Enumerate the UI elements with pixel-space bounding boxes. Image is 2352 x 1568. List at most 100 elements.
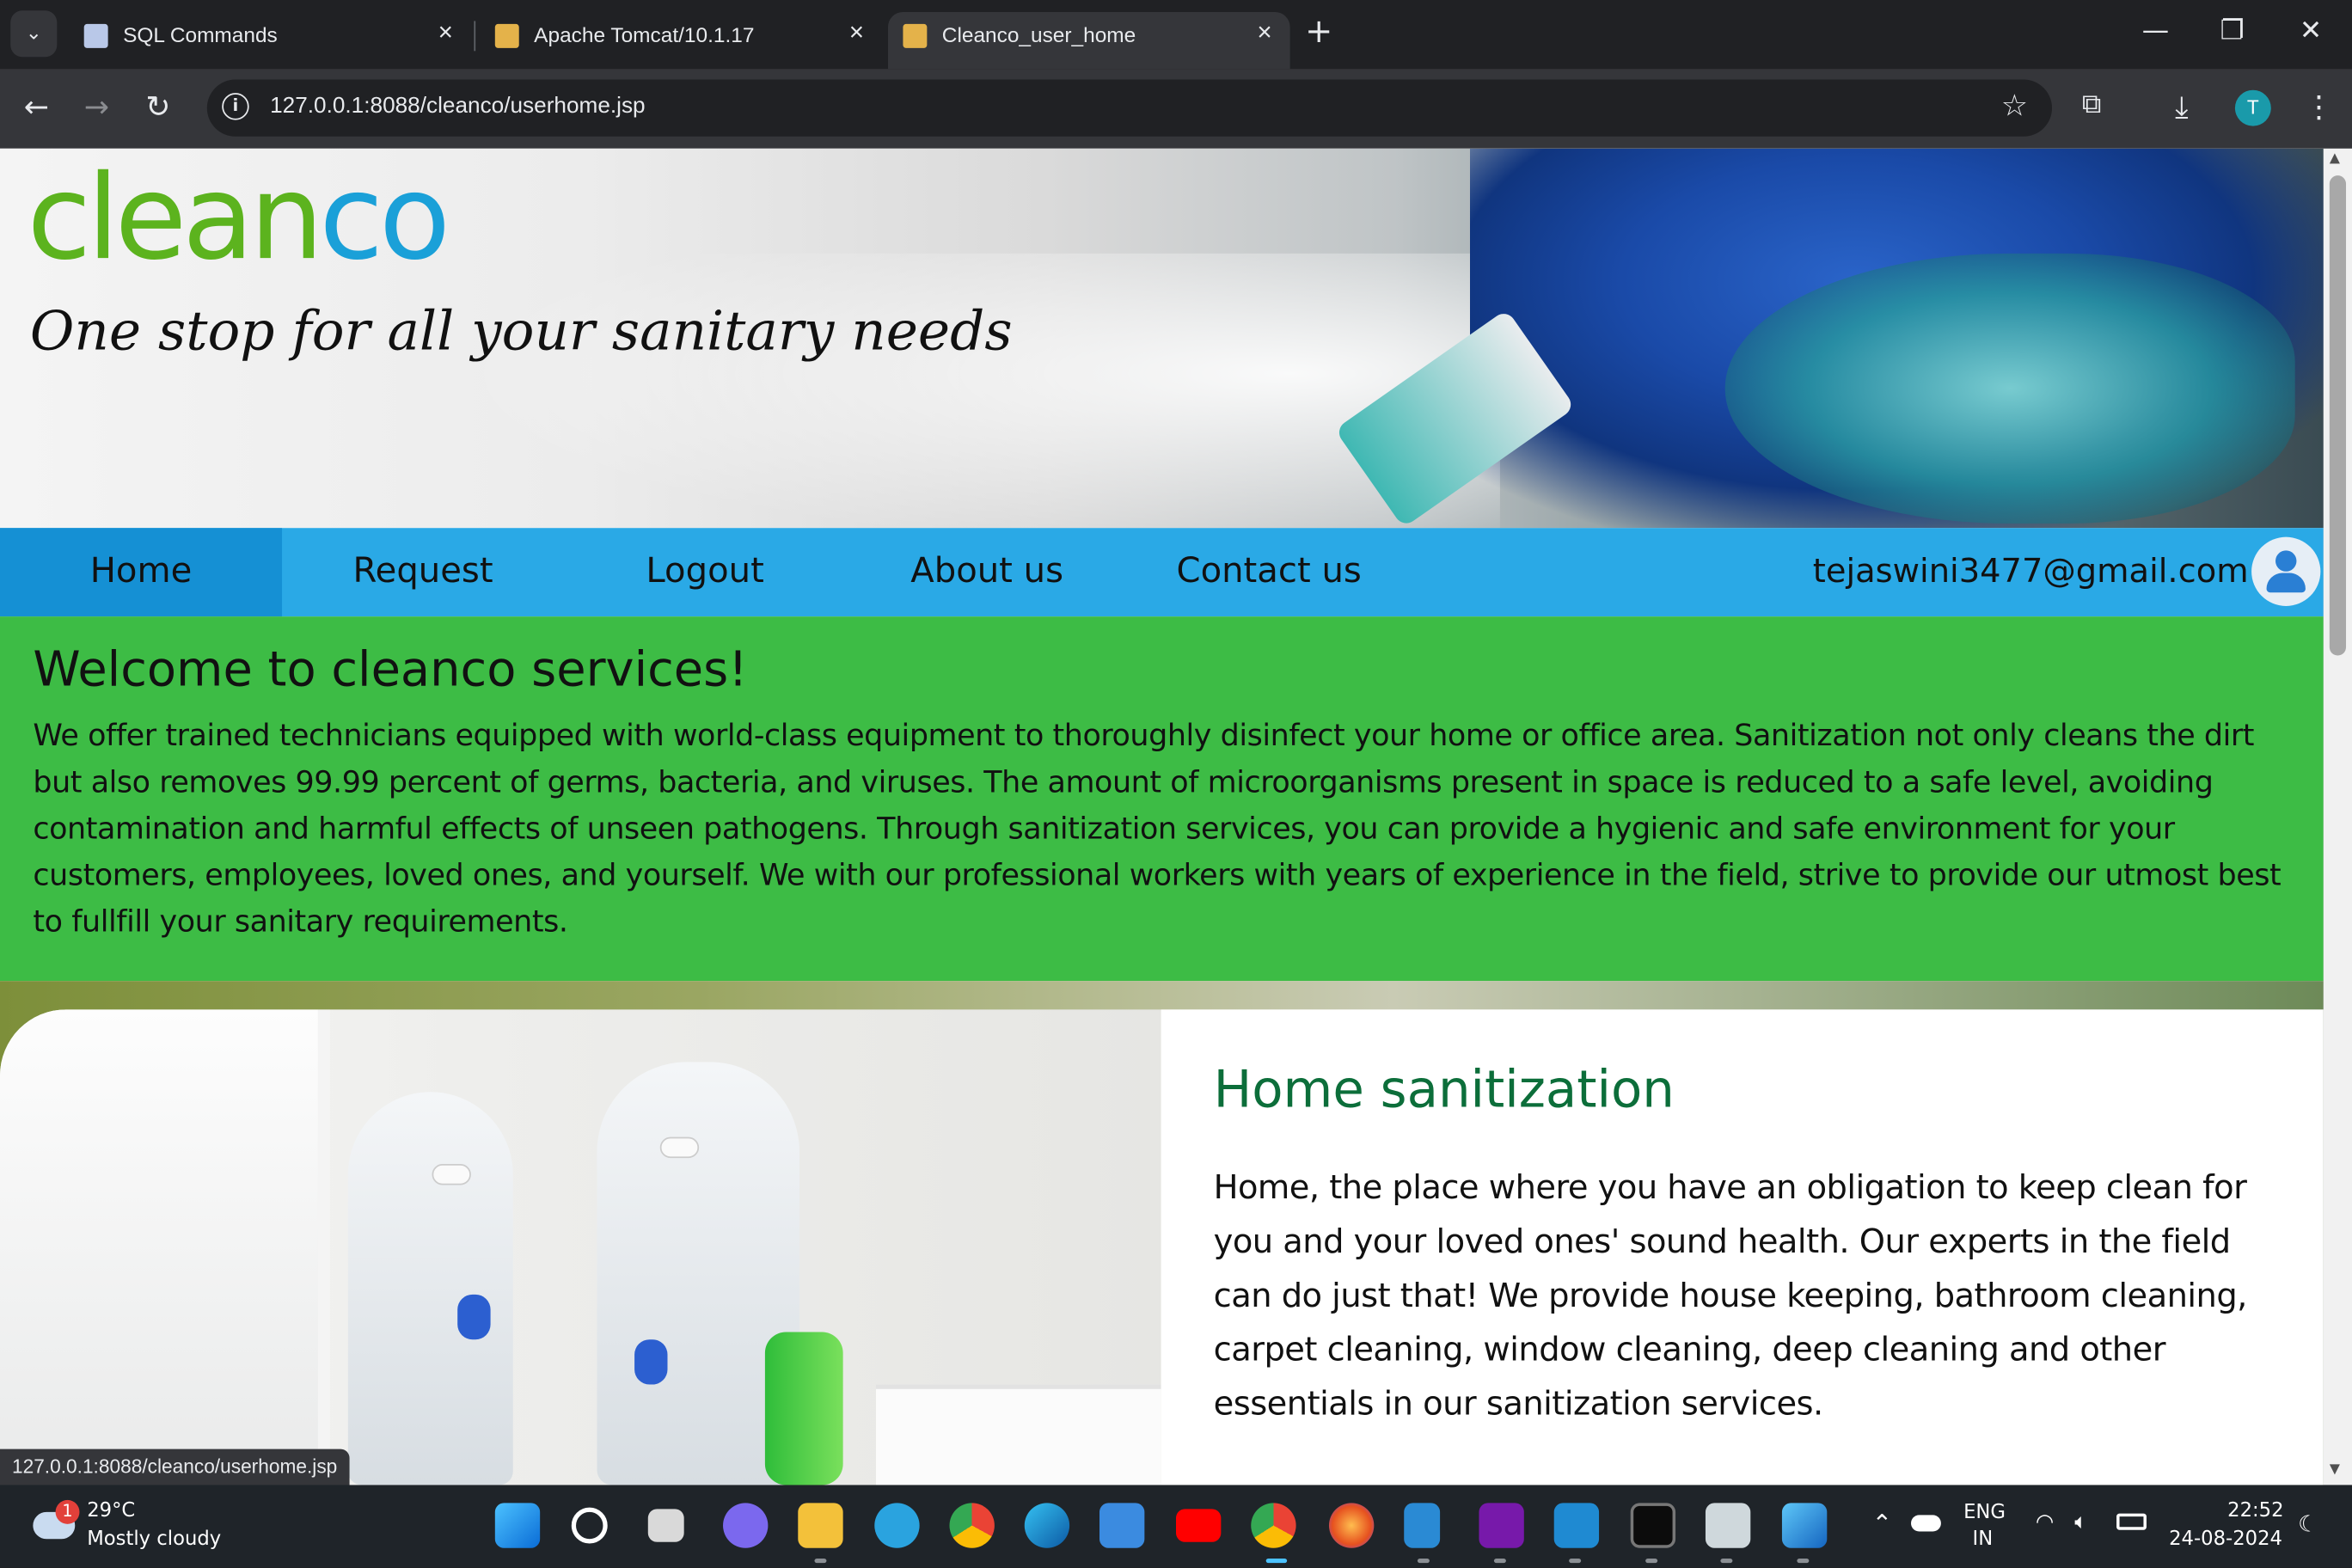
edge-icon[interactable] — [1024, 1503, 1070, 1548]
mask-left — [432, 1164, 471, 1185]
running-indicator — [1569, 1558, 1582, 1564]
spray-mist-image — [450, 253, 1500, 529]
tray-chevron-icon[interactable]: ⌃ — [1872, 1509, 1892, 1537]
tab-apache-tomcat[interactable]: Apache Tomcat/10.1.17 × — [480, 12, 882, 69]
sprayer-tank-image — [764, 1332, 843, 1485]
status-bar-url: 127.0.0.1:8088/cleanco/userhome.jsp — [0, 1449, 350, 1485]
restore-icon[interactable]: ❐ — [2220, 15, 2244, 46]
nav-request[interactable]: Request — [282, 528, 564, 616]
file-explorer-icon[interactable] — [798, 1503, 843, 1548]
notification-badge: 1 — [55, 1499, 80, 1524]
spray-bottle-image — [1724, 253, 2295, 524]
tab-cleanco-user-home[interactable]: Cleanco_user_home × — [887, 11, 1290, 70]
service-card: Home sanitization Home, the place where … — [1161, 1009, 2324, 1485]
telegram-icon[interactable] — [874, 1503, 920, 1548]
photos-icon[interactable] — [1781, 1503, 1828, 1548]
notifications-moon-icon[interactable]: ☾ — [2298, 1510, 2318, 1537]
nav-about-us[interactable]: About us — [846, 528, 1128, 616]
tab-search-chevron-icon[interactable]: ⌄ — [10, 10, 58, 58]
running-indicator — [1417, 1558, 1430, 1564]
clock-time[interactable]: 22:52 — [2227, 1500, 2283, 1522]
profile-avatar[interactable]: T — [2234, 89, 2271, 126]
window-image — [0, 1009, 330, 1485]
bookmark-star-icon[interactable]: ☆ — [2001, 87, 2028, 123]
language-eng[interactable]: ENG — [1963, 1502, 2006, 1524]
hero-banner: cleanco One stop for all your sanitary n… — [0, 148, 2324, 529]
weather-temp: 29°C — [87, 1499, 136, 1523]
vscode-icon[interactable] — [1553, 1503, 1600, 1548]
service-description: Home, the place where you have an obliga… — [1213, 1170, 2248, 1424]
glove-right — [634, 1339, 668, 1385]
back-arrow-icon[interactable]: ← — [24, 89, 49, 125]
scrollbar-thumb[interactable] — [2329, 175, 2347, 656]
tomcat-favicon-icon — [494, 23, 519, 48]
weather-widget[interactable]: 1 29°C Mostly cloudy — [27, 1497, 236, 1557]
running-indicator — [814, 1558, 827, 1564]
youtube-icon[interactable] — [1176, 1509, 1222, 1542]
volume-icon[interactable]: 🔈︎ — [2074, 1510, 2087, 1534]
mask-right — [659, 1136, 700, 1159]
logo-text-co: co — [319, 151, 450, 287]
user-email: tejaswini3477@gmail.com — [1812, 553, 2249, 591]
forward-arrow-icon[interactable]: → — [84, 89, 109, 125]
worker-left-image — [347, 1092, 513, 1485]
chrome-profile-icon[interactable] — [949, 1503, 995, 1548]
active-indicator — [1265, 1558, 1288, 1564]
url-text[interactable]: 127.0.0.1:8088/cleanco/userhome.jsp — [270, 93, 646, 119]
language-in[interactable]: IN — [1973, 1528, 1994, 1551]
close-tab-icon[interactable]: × — [1257, 18, 1271, 48]
tab-sql-commands[interactable]: SQL Commands × — [69, 12, 471, 69]
nav-contact-us[interactable]: Contact us — [1128, 528, 1410, 616]
app-icon[interactable] — [1705, 1503, 1751, 1548]
meet-icon[interactable] — [723, 1503, 769, 1548]
close-tab-icon[interactable]: × — [849, 18, 864, 48]
menu-kebab-icon[interactable]: ⋮ — [2304, 89, 2334, 125]
tab-divider — [474, 21, 476, 52]
cleanco-logo: cleanco — [27, 151, 450, 287]
onedrive-icon[interactable] — [1911, 1515, 1941, 1532]
task-view-icon[interactable] — [647, 1509, 684, 1542]
running-indicator — [1493, 1558, 1506, 1564]
sql-favicon-icon — [83, 23, 108, 48]
download-icon[interactable]: ⤓ — [2175, 89, 2188, 125]
weather-condition: Mostly cloudy — [87, 1528, 222, 1552]
nav-home[interactable]: Home — [0, 528, 283, 617]
chrome-icon[interactable] — [1251, 1503, 1296, 1548]
cabinet-image — [876, 1384, 1161, 1485]
site-info-icon[interactable]: i — [222, 93, 249, 120]
welcome-section: Welcome to cleanco services! We offer tr… — [0, 616, 2324, 982]
scroll-up-icon[interactable]: ▲ — [2330, 151, 2340, 166]
running-indicator — [1720, 1558, 1733, 1564]
mail-icon[interactable] — [1099, 1503, 1145, 1548]
terminal-icon[interactable] — [1630, 1503, 1676, 1548]
welcome-text: We offer trained technicians equipped wi… — [33, 717, 2282, 940]
tab-strip: ⌄ SQL Commands × Apache Tomcat/10.1.17 ×… — [0, 0, 2352, 70]
onenote-icon[interactable] — [1479, 1503, 1524, 1548]
start-icon[interactable] — [494, 1503, 541, 1548]
nav-logout[interactable]: Logout — [564, 528, 846, 616]
running-indicator — [1797, 1558, 1810, 1564]
scroll-down-icon[interactable]: ▼ — [2330, 1462, 2340, 1477]
address-bar[interactable]: i 127.0.0.1:8088/cleanco/userhome.jsp ☆ — [206, 79, 2053, 137]
sanitization-workers-image — [0, 1009, 1161, 1485]
wifi-icon[interactable]: ◠ — [2036, 1510, 2054, 1534]
user-avatar-icon[interactable] — [2251, 536, 2321, 606]
tab-title: Apache Tomcat/10.1.17 — [534, 22, 755, 47]
running-indicator — [1645, 1558, 1658, 1564]
avatar-body — [2266, 573, 2306, 593]
battery-icon[interactable] — [2116, 1513, 2147, 1530]
new-tab-icon[interactable]: + — [1305, 14, 1332, 52]
tab-title: SQL Commands — [123, 22, 278, 47]
close-tab-icon[interactable]: × — [438, 18, 453, 48]
glove-left — [457, 1294, 491, 1340]
extensions-icon[interactable]: ⧉ — [2082, 89, 2101, 120]
firefox-icon[interactable] — [1328, 1503, 1375, 1548]
clock-date[interactable]: 24-08-2024 — [2169, 1528, 2282, 1551]
minimize-icon[interactable]: — — [2142, 15, 2169, 46]
page-scrollbar[interactable]: ▲ ▼ — [2323, 148, 2352, 1485]
notepad-icon[interactable] — [1404, 1503, 1441, 1548]
close-window-icon[interactable]: ✕ — [2300, 15, 2322, 46]
search-icon[interactable] — [571, 1507, 608, 1544]
reload-icon[interactable]: ↻ — [145, 89, 170, 125]
main-nav: Home Request Logout About us Contact us … — [0, 528, 2324, 617]
